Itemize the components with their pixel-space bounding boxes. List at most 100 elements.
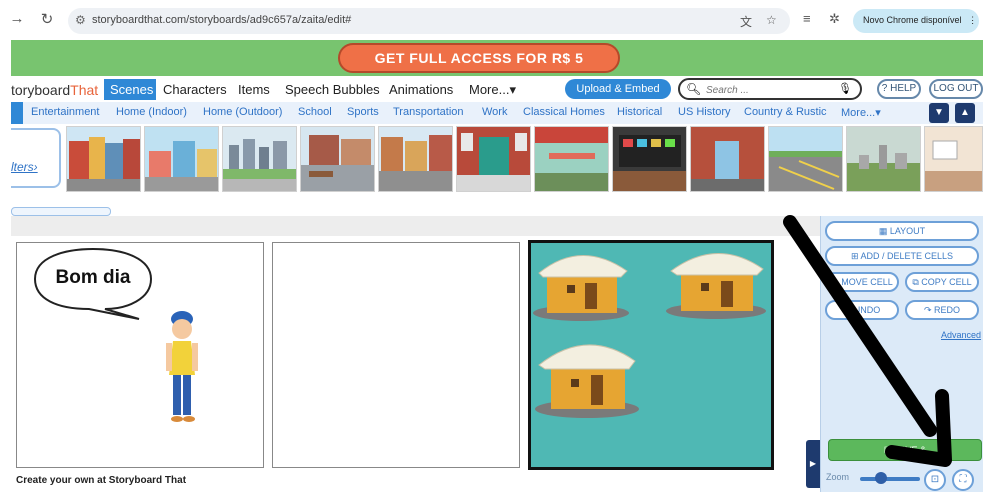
redo-button[interactable]: ↷ REDO	[905, 300, 979, 320]
fit-screen-icon: ⊡	[930, 474, 940, 485]
category-us-history[interactable]: US History	[678, 106, 731, 118]
nav-more-label: More...	[469, 82, 510, 97]
parking-lot-illustration	[769, 127, 842, 191]
logout-button[interactable]: LOG OUT	[929, 79, 983, 99]
kebab-menu-icon[interactable]: ⋮	[968, 15, 977, 25]
move-cell-button[interactable]: ✥ MOVE CELL	[825, 272, 899, 292]
caret-down-icon: ▾	[509, 82, 516, 97]
category-country-rustic[interactable]: Country & Rustic	[744, 106, 827, 118]
logo-suffix: That	[70, 82, 99, 98]
scene-thumbnail-parking-lot[interactable]	[768, 126, 843, 192]
category-work[interactable]: Work	[482, 106, 507, 118]
fullscreen-button[interactable]: ⛶	[952, 469, 974, 491]
category-transportation[interactable]: Transportation	[393, 106, 464, 118]
nav-characters[interactable]: Characters	[163, 82, 227, 97]
copy-cell-button[interactable]: ⧉ COPY CELL	[905, 272, 979, 292]
nav-speech-bubbles[interactable]: Speech Bubbles	[285, 82, 380, 97]
redo-icon: ↷	[923, 305, 935, 315]
panel-collapse-tab[interactable]: ▶	[806, 440, 820, 488]
save-label: SAVE &	[894, 445, 927, 455]
nav-items[interactable]: Items	[238, 82, 270, 97]
bookmark-star-icon[interactable]: ☆	[766, 13, 777, 27]
microphone-icon[interactable]: 🎙︎	[838, 82, 852, 95]
storyboardthat-logo[interactable]: toryboardThat	[11, 82, 98, 98]
add-delete-cells-button[interactable]: ⊞ ADD / DELETE CELLS	[825, 246, 979, 266]
triangle-down-icon: ▼	[934, 107, 944, 118]
filters-tab[interactable]: lters›	[11, 128, 61, 188]
scene-thumbnail-street-shops[interactable]	[378, 126, 453, 192]
nav-more[interactable]: More...▾	[469, 82, 516, 98]
media-icon[interactable]: ≡	[803, 11, 811, 26]
search-input[interactable]	[706, 83, 826, 97]
search-box[interactable]: 🔍︎ 🎙︎	[678, 78, 862, 100]
town-square-illustration	[301, 127, 374, 191]
nav-animations[interactable]: Animations	[389, 82, 453, 97]
category-selected-tab[interactable]	[11, 102, 23, 124]
zoom-slider-track[interactable]	[860, 477, 920, 481]
room-illustration	[925, 127, 982, 191]
street-shops-illustration	[379, 127, 452, 191]
category-sports[interactable]: Sports	[347, 106, 379, 118]
scene-thumbnail-townhouses[interactable]	[66, 126, 141, 192]
graveyard-illustration	[847, 127, 920, 191]
scroll-up-button[interactable]: ▲	[955, 103, 975, 123]
fullscreen-icon: ⛶	[959, 474, 967, 485]
category-school[interactable]: School	[298, 106, 332, 118]
cell-3-huts-scene	[531, 243, 771, 467]
address-bar[interactable]: ⚙ storyboardthat.com/storyboards/ad9c657…	[68, 8, 790, 34]
zoom-control: Zoom ⊡ ⛶	[826, 469, 976, 491]
browser-toolbar: → ↻ ⚙ storyboardthat.com/storyboards/ad9…	[0, 0, 983, 40]
chrome-update-button[interactable]: Novo Chrome disponível ⋮	[853, 9, 979, 33]
add-cells-icon: ⊞	[850, 251, 861, 261]
undo-button[interactable]: ↶ UNDO	[825, 300, 899, 320]
zoom-slider-handle[interactable]	[875, 472, 887, 484]
layout-button[interactable]: ▦ LAYOUT	[825, 221, 979, 241]
url-text[interactable]: storyboardthat.com/storyboards/ad9c657a/…	[92, 14, 351, 26]
save-exit-button[interactable]: 🖫︎ SAVE &	[828, 439, 982, 461]
get-full-access-button[interactable]: GET FULL ACCESS FOR R$ 5	[338, 43, 620, 73]
scene-thumbnail-cafe[interactable]	[534, 126, 609, 192]
scene-thumbnail-graveyard[interactable]	[846, 126, 921, 192]
advanced-link[interactable]: Advanced	[941, 330, 981, 340]
copy-icon: ⧉	[912, 277, 922, 287]
translate-icon[interactable]: 文	[740, 13, 752, 30]
nav-scenes[interactable]: Scenes	[104, 79, 156, 100]
scene-category-bar: Entertainment Home (Indoor) Home (Outdoo…	[11, 102, 983, 124]
reload-icon[interactable]: ↻	[38, 10, 56, 28]
scene-thumbnail-arcade[interactable]	[612, 126, 687, 192]
scroll-down-button[interactable]: ▼	[929, 103, 949, 123]
scene-thumbnail-room[interactable]	[924, 126, 983, 192]
storyboard-cell-3[interactable]	[528, 240, 774, 470]
layout-label: LAYOUT	[889, 226, 926, 236]
character-figure[interactable]	[166, 311, 198, 422]
scene-thumbnail-town-square[interactable]	[300, 126, 375, 192]
category-entertainment[interactable]: Entertainment	[31, 106, 99, 118]
storyboard-cell-1[interactable]: Bom dia	[16, 242, 264, 468]
help-button[interactable]: ? HELP	[877, 79, 921, 99]
category-more[interactable]: More...▾	[841, 106, 881, 119]
main-nav: toryboardThat Scenes Characters Items Sp…	[11, 78, 983, 102]
category-home-indoor[interactable]: Home (Indoor)	[116, 106, 187, 118]
upload-embed-button[interactable]: Upload & Embed	[565, 79, 671, 99]
category-home-outdoor[interactable]: Home (Outdoor)	[203, 106, 282, 118]
category-classical-homes[interactable]: Classical Homes	[523, 106, 605, 118]
scene-thumbnail-alley[interactable]	[690, 126, 765, 192]
scene-thumbnail-city-park[interactable]	[222, 126, 297, 192]
add-delete-label: ADD / DELETE CELLS	[860, 251, 954, 261]
scene-thumbnail-storefronts[interactable]	[144, 126, 219, 192]
storyboard-cell-2[interactable]	[272, 242, 520, 468]
strip-scrollbar[interactable]	[11, 207, 111, 216]
storyboard-canvas: Bom dia Create your own at Storyboard Th…	[0, 236, 820, 492]
scene-thumbnail-green-door[interactable]	[456, 126, 531, 192]
triangle-right-icon: ▶	[809, 459, 817, 468]
category-historical[interactable]: Historical	[617, 106, 662, 118]
move-cell-label: MOVE CELL	[841, 277, 893, 287]
update-label: Novo Chrome disponível	[863, 15, 962, 25]
fit-to-screen-button[interactable]: ⊡	[924, 469, 946, 491]
move-icon: ✥	[831, 277, 842, 287]
logo-prefix: toryboard	[11, 82, 71, 98]
forward-icon[interactable]: →	[8, 10, 26, 27]
extensions-icon[interactable]: ✲	[829, 11, 840, 27]
filters-label: lters›	[11, 160, 38, 174]
site-settings-icon[interactable]: ⚙	[75, 13, 86, 27]
